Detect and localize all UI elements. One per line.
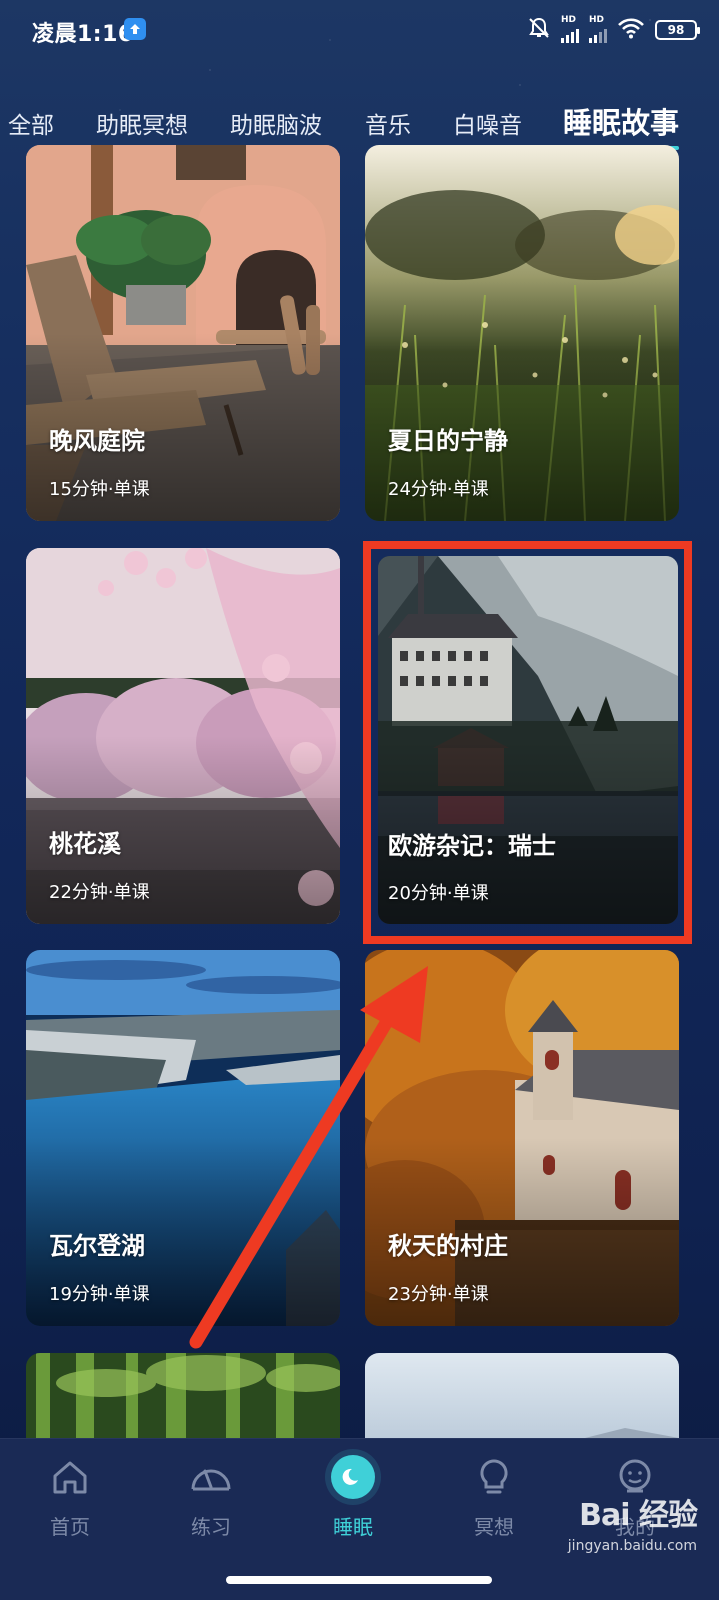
card-shade [26, 145, 340, 521]
tab-label: 音乐 [365, 113, 411, 139]
story-card[interactable]: 秋天的村庄 23分钟·单课 [365, 950, 679, 1326]
moon-icon [331, 1455, 375, 1499]
category-tabs: 全部 助眠冥想 助眠脑波 音乐 白噪音 睡眠故事 [0, 98, 719, 150]
tab-label: 白噪音 [453, 113, 522, 139]
tab-music[interactable]: 音乐 [365, 106, 411, 140]
status-icons: HD HD 98 [527, 15, 700, 44]
story-title: 夏日的宁静 [388, 427, 508, 455]
battery-level: 98 [667, 23, 685, 37]
nav-sleep-icon-wrap [298, 1451, 408, 1503]
watermark-logo: Bai 经验 [579, 1498, 698, 1533]
story-card[interactable]: 晚风庭院 15分钟·单课 [26, 145, 340, 521]
battery-icon: 98 [655, 20, 700, 40]
signal-hd-tag: HD [561, 15, 577, 25]
story-meta: 22分钟·单课 [49, 882, 150, 903]
story-meta: 24分钟·单课 [388, 479, 489, 500]
story-card[interactable]: 夏日的宁静 24分钟·单课 [365, 145, 679, 521]
tab-label: 睡眠故事 [563, 106, 680, 140]
tab-all[interactable]: 全部 [8, 106, 54, 140]
signal-icon: HD [589, 15, 607, 43]
nav-label: 练习 [191, 1515, 231, 1539]
signal-icon: HD [561, 15, 579, 43]
story-card[interactable]: 瓦尔登湖 19分钟·单课 [26, 950, 340, 1326]
nav-sleep[interactable]: 睡眠 [298, 1451, 408, 1540]
story-title: 晚风庭院 [49, 427, 145, 455]
baidu-jingyan-watermark: Bai 经验 jingyan.baidu.com [567, 1490, 698, 1554]
card-shade [378, 556, 678, 924]
story-card-switzerland[interactable]: 欧游杂记：瑞士 20分钟·单课 [378, 556, 678, 924]
story-card[interactable]: 桃花溪 22分钟·单课 [26, 548, 340, 924]
status-time: 凌晨1:16 [32, 22, 134, 47]
card-shade [26, 950, 340, 1326]
tab-sleep-stories[interactable]: 睡眠故事 [563, 100, 680, 150]
story-meta: 19分钟·单课 [49, 1284, 150, 1305]
status-bar: 凌晨1:16 HD HD 98 [0, 0, 719, 62]
tab-sleep-meditation[interactable]: 助眠冥想 [96, 106, 188, 140]
card-shade [365, 950, 679, 1326]
story-meta: 15分钟·单课 [49, 479, 150, 500]
story-title: 秋天的村庄 [388, 1232, 508, 1260]
nav-practice[interactable]: 练习 [156, 1451, 266, 1540]
story-meta: 20分钟·单课 [388, 883, 489, 904]
story-title: 欧游杂记：瑞士 [388, 832, 556, 860]
tab-white-noise[interactable]: 白噪音 [453, 106, 522, 140]
tab-label: 助眠冥想 [96, 113, 188, 139]
nav-label: 冥想 [474, 1515, 514, 1539]
home-indicator[interactable] [226, 1576, 492, 1584]
signal-hd-tag: HD [589, 15, 605, 25]
nav-label: 首页 [50, 1515, 90, 1539]
tab-label: 全部 [8, 113, 54, 139]
home-icon [15, 1451, 125, 1503]
watermark-url: jingyan.baidu.com [567, 1538, 697, 1554]
tab-brainwave[interactable]: 助眠脑波 [230, 106, 322, 140]
card-shade [26, 548, 340, 924]
wifi-icon [617, 17, 645, 43]
card-shade [365, 145, 679, 521]
mute-bell-icon [527, 16, 551, 44]
nav-meditation[interactable]: 冥想 [439, 1451, 549, 1540]
upload-arrow-icon [124, 18, 146, 40]
story-title: 瓦尔登湖 [49, 1232, 145, 1260]
nav-label: 睡眠 [333, 1515, 373, 1539]
nav-home[interactable]: 首页 [15, 1451, 125, 1540]
tab-label: 助眠脑波 [230, 113, 322, 139]
lightbulb-icon [439, 1451, 549, 1503]
gauge-icon [156, 1451, 266, 1503]
sleep-screen: 凌晨1:16 HD HD 98 全部 助眠冥想 助眠脑波 音乐 白噪音 睡眠故事… [0, 0, 719, 1600]
story-meta: 23分钟·单课 [388, 1284, 489, 1305]
story-title: 桃花溪 [49, 830, 121, 858]
